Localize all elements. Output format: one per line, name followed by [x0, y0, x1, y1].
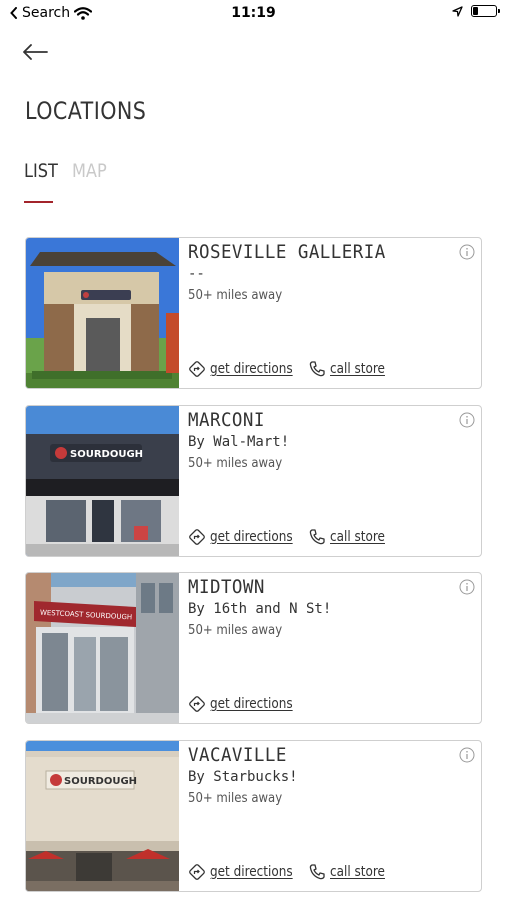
info-icon[interactable] [459, 412, 475, 428]
location-note: By Starbucks! [188, 768, 298, 785]
get-directions-label: get directions [210, 528, 293, 545]
call-store-button[interactable]: call store [308, 360, 394, 378]
location-card[interactable]: WESTCOAST SOURDOUGH MIDTOWN By 16th and … [25, 572, 482, 724]
location-distance: 50+ miles away [188, 790, 283, 806]
call-store-button[interactable]: call store [308, 863, 394, 881]
info-icon[interactable] [459, 579, 475, 595]
get-directions-button[interactable]: get directions [188, 360, 293, 378]
directions-icon [189, 863, 205, 880]
directions-icon [189, 528, 205, 545]
location-distance: 50+ miles away [188, 455, 283, 471]
phone-icon [309, 528, 325, 544]
get-directions-label: get directions [210, 696, 293, 712]
status-bar: Search 11:19 [0, 0, 507, 28]
location-name: ROSEVILLE GALLERIA [188, 241, 386, 263]
store-photo: WESTCOAST SOURDOUGH [26, 573, 179, 723]
status-time: 11:19 [231, 5, 276, 21]
location-note: -- [188, 266, 205, 282]
location-note: By 16th and N St! [188, 601, 332, 617]
battery-fill [473, 7, 478, 15]
arrow-left-icon [23, 44, 48, 60]
phone-icon [309, 863, 325, 879]
tab-map[interactable]: MAP [72, 160, 107, 182]
back-button[interactable] [22, 38, 54, 66]
sourdough-sign: SOURDOUGH [70, 449, 143, 460]
page-title: LOCATIONS [25, 97, 147, 125]
location-distance: 50+ miles away [188, 288, 283, 303]
call-store-button[interactable]: call store [308, 528, 394, 546]
view-tabs: LIST MAP [24, 160, 113, 182]
status-right [452, 5, 500, 17]
location-note: By Wal-Mart! [188, 433, 290, 450]
location-card[interactable]: SOURDOUGH MARCONI By Wal-Mart! 50+ miles… [25, 404, 482, 557]
location-card[interactable]: SOURDOUGH VACAVILLE By Starbucks! 50+ mi… [25, 739, 482, 892]
call-store-label: call store [330, 863, 386, 880]
location-distance: 50+ miles away [188, 623, 283, 638]
get-directions-label: get directions [210, 361, 293, 377]
info-icon[interactable] [459, 244, 475, 260]
store-photo: SOURDOUGH [26, 405, 179, 556]
store-photo [26, 238, 179, 388]
directions-icon [189, 696, 205, 712]
phone-icon [309, 361, 325, 377]
get-directions-button[interactable]: get directions [188, 863, 293, 881]
tab-list[interactable]: LIST [24, 160, 58, 182]
location-card[interactable]: ROSEVILLE GALLERIA -- 50+ miles away get… [25, 237, 482, 389]
location-name: MARCONI [188, 408, 265, 431]
call-store-label: call store [330, 361, 386, 377]
get-directions-button[interactable]: get directions [188, 695, 293, 713]
location-name: MIDTOWN [188, 576, 265, 598]
active-tab-indicator [24, 201, 53, 203]
info-icon[interactable] [459, 747, 475, 763]
get-directions-label: get directions [210, 863, 293, 880]
directions-icon [189, 361, 205, 377]
location-arrow-icon [452, 5, 463, 17]
store-photo: SOURDOUGH [26, 740, 179, 891]
call-store-label: call store [330, 528, 386, 545]
get-directions-button[interactable]: get directions [188, 528, 293, 546]
locations-list: ROSEVILLE GALLERIA -- 50+ miles away get… [25, 237, 482, 900]
sourdough-sign: SOURDOUGH [64, 776, 137, 787]
battery-icon [471, 5, 500, 17]
location-name: VACAVILLE [188, 743, 287, 766]
